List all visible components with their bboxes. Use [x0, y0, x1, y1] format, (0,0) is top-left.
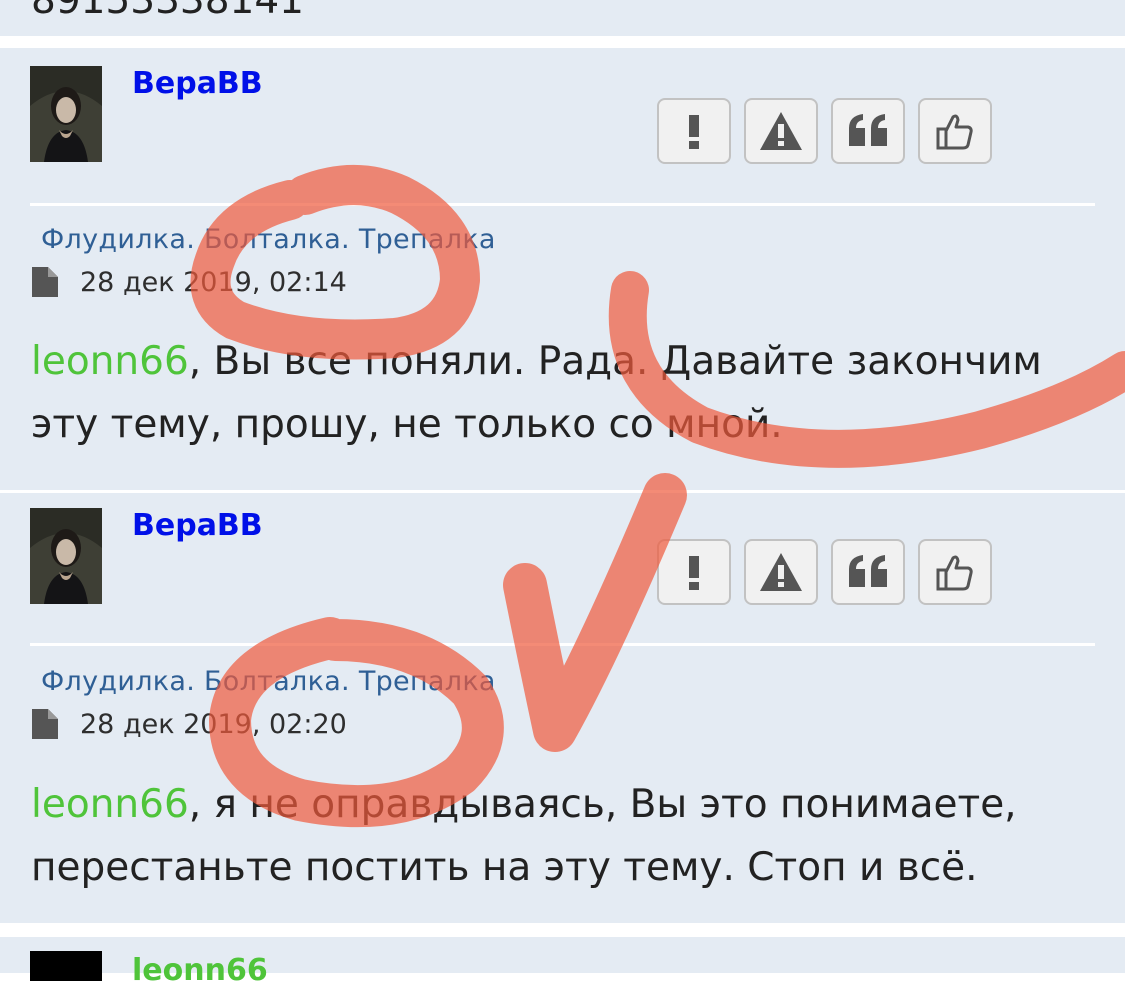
- post: ВераВВ Флудилка. Болталка. Трепалка 28 д…: [0, 493, 1125, 923]
- next-post: leonn66: [0, 937, 1125, 988]
- divider: [30, 203, 1095, 206]
- like-button[interactable]: [918, 98, 992, 164]
- post-date: 28 дек 2019, 02:14: [80, 266, 347, 298]
- post: ВераВВ Флудилка. Болталка. Трепалка 28 д…: [0, 48, 1125, 490]
- quote-icon: [849, 114, 887, 146]
- quote-button[interactable]: [831, 98, 905, 164]
- warning-triangle-icon: [760, 553, 802, 591]
- post-author[interactable]: leonn66: [132, 953, 268, 988]
- report-button[interactable]: [657, 98, 731, 164]
- forum-link[interactable]: Флудилка. Болталка. Трепалка: [41, 666, 496, 697]
- exclamation-icon: [689, 556, 699, 590]
- warn-button[interactable]: [744, 98, 818, 164]
- avatar[interactable]: [30, 66, 102, 162]
- document-icon: [32, 267, 58, 297]
- avatar[interactable]: [30, 508, 102, 604]
- warn-button[interactable]: [744, 539, 818, 605]
- quote-button[interactable]: [831, 539, 905, 605]
- post-date-row: 28 дек 2019, 02:14: [32, 262, 347, 302]
- forum-link[interactable]: Флудилка. Болталка. Трепалка: [41, 224, 496, 255]
- warning-triangle-icon: [760, 112, 802, 150]
- previous-post-tail: 89153338141: [0, 0, 1125, 36]
- post-message: leonn66, Вы все поняли. Рада. Давайте за…: [31, 330, 1096, 456]
- post-author[interactable]: ВераВВ: [132, 508, 263, 543]
- like-button[interactable]: [918, 539, 992, 605]
- mention-link[interactable]: leonn66: [31, 782, 189, 827]
- post-author[interactable]: ВераВВ: [132, 66, 263, 101]
- exclamation-icon: [689, 115, 699, 149]
- document-icon: [32, 709, 58, 739]
- mention-link[interactable]: leonn66: [31, 339, 189, 384]
- quote-icon: [849, 555, 887, 587]
- post-date: 28 дек 2019, 02:20: [80, 708, 347, 740]
- previous-post-text: 89153338141: [31, 0, 304, 23]
- avatar[interactable]: [30, 951, 102, 981]
- thumbs-up-icon: [936, 555, 973, 591]
- post-date-row: 28 дек 2019, 02:20: [32, 704, 347, 744]
- divider: [30, 643, 1095, 646]
- post-message: leonn66, я не оправдываясь, Вы это поним…: [31, 773, 1096, 899]
- report-button[interactable]: [657, 539, 731, 605]
- thumbs-up-icon: [936, 114, 973, 150]
